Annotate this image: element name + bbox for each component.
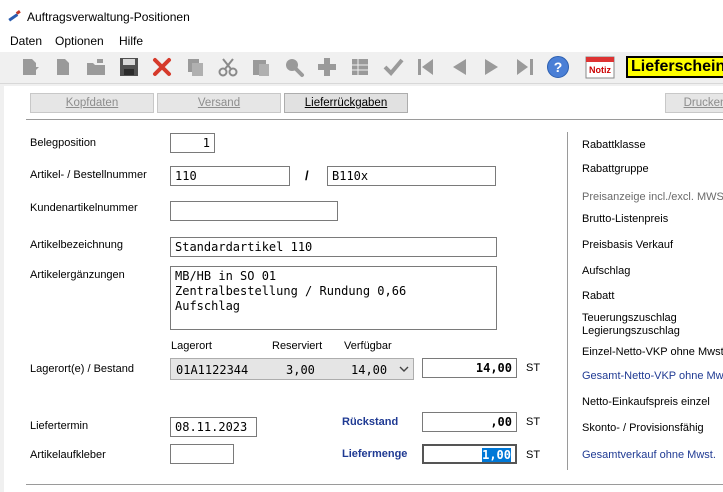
liefermenge-unit: ST bbox=[526, 449, 541, 461]
lagerort-bestand-label: Lagerort(e) / Bestand bbox=[30, 363, 134, 375]
prev-record-icon[interactable] bbox=[447, 55, 471, 79]
artikelergaenzungen-memo[interactable]: MB/HB in SO 01 Zentralbestellung / Rundu… bbox=[170, 266, 497, 330]
first-record-icon[interactable] bbox=[414, 55, 438, 79]
gesamtverkauf-label: Gesamtverkauf ohne Mwst. bbox=[582, 449, 716, 461]
tab-lieferrueckgaben[interactable]: Lieferrückgaben bbox=[284, 93, 408, 113]
notiz-label: Notiz bbox=[589, 65, 611, 75]
help-icon[interactable]: ? bbox=[546, 55, 570, 79]
lagerort-column-header: Lagerort bbox=[171, 340, 212, 352]
notiz-icon[interactable]: Notiz bbox=[585, 55, 615, 79]
verfuegbar-value: 14,00 bbox=[351, 363, 388, 377]
bestellnummer-field[interactable]: B110x bbox=[327, 166, 496, 186]
artikelbezeichnung-label: Artikelbezeichnung bbox=[30, 239, 123, 251]
artikelnummer-field[interactable]: 110 bbox=[170, 166, 290, 186]
rabattklasse-label: Rabattklasse bbox=[582, 139, 646, 151]
bottom-divider bbox=[26, 484, 723, 485]
divider bbox=[26, 119, 723, 120]
lagerort-value: 01A1122344 bbox=[176, 363, 249, 377]
brutto-listenpreis-label: Brutto-Listenpreis bbox=[582, 213, 669, 225]
kundenartikelnummer-label: Kundenartikelnummer bbox=[30, 202, 138, 214]
belegposition-label: Belegposition bbox=[30, 137, 97, 149]
netto-einkaufspreis-label: Netto-Einkaufspreis einzel bbox=[582, 396, 710, 408]
grid-icon[interactable] bbox=[348, 55, 372, 79]
save-icon[interactable] bbox=[117, 55, 141, 79]
kundenartikelnummer-field[interactable] bbox=[170, 201, 338, 221]
menu-daten[interactable]: Daten bbox=[10, 34, 42, 48]
tab-versand[interactable]: Versand bbox=[157, 93, 281, 113]
menu-optionen[interactable]: Optionen bbox=[55, 34, 104, 48]
rueckstand-field[interactable]: ,00 bbox=[422, 412, 517, 432]
artikelergaenzungen-label: Artikelergänzungen bbox=[30, 269, 125, 281]
document-type-banner: Lieferschein bbox=[626, 56, 723, 78]
new-doc-icon[interactable] bbox=[18, 55, 42, 79]
einzel-netto-label: Einzel-Netto-VKP ohne Mwst. bbox=[582, 346, 723, 358]
menu-hilfe[interactable]: Hilfe bbox=[119, 34, 143, 48]
check-icon[interactable] bbox=[381, 55, 405, 79]
search-icon[interactable] bbox=[282, 55, 306, 79]
bestand-unit: ST bbox=[526, 362, 541, 374]
tab-kopfdaten[interactable]: Kopfdaten bbox=[30, 93, 154, 113]
add-icon[interactable] bbox=[315, 55, 339, 79]
artikelaufkleber-field[interactable] bbox=[170, 444, 234, 464]
liefermenge-field[interactable]: 1,00 bbox=[422, 444, 517, 464]
verfuegbar-column-header: Verfügbar bbox=[344, 340, 392, 352]
teuerungszuschlag-label: Teuerungszuschlag bbox=[582, 312, 677, 324]
rueckstand-label: Rückstand bbox=[342, 416, 399, 428]
preisbasis-label: Preisbasis Verkauf bbox=[582, 239, 674, 251]
menu-bar: Daten Optionen Hilfe bbox=[0, 32, 723, 52]
artikel-separator: / bbox=[305, 168, 309, 183]
svg-text:?: ? bbox=[554, 59, 563, 75]
title-bar: Auftragsverwaltung-Positionen bbox=[0, 0, 723, 32]
open-folder-icon[interactable] bbox=[84, 55, 108, 79]
next-record-icon[interactable] bbox=[480, 55, 504, 79]
skonto-provision-label: Skonto- / Provisionsfähig bbox=[582, 422, 704, 434]
gesamt-netto-label: Gesamt-Netto-VKP ohne Mwst. bbox=[582, 370, 723, 382]
chevron-down-icon bbox=[399, 366, 409, 372]
paste-icon[interactable] bbox=[249, 55, 273, 79]
rueckstand-unit: ST bbox=[526, 416, 541, 428]
rabattgruppe-label: Rabattgruppe bbox=[582, 163, 649, 175]
delete-icon[interactable] bbox=[150, 55, 174, 79]
copy-icon[interactable] bbox=[183, 55, 207, 79]
artikelbezeichnung-field[interactable]: Standardartikel 110 bbox=[170, 237, 497, 257]
vertical-divider bbox=[567, 132, 568, 470]
window-title: Auftragsverwaltung-Positionen bbox=[27, 10, 190, 24]
reserviert-column-header: Reserviert bbox=[272, 340, 323, 352]
liefermenge-label: Liefermenge bbox=[342, 448, 408, 460]
liefertermin-field[interactable]: 08.11.2023 bbox=[170, 417, 257, 437]
rabatt-label: Rabatt bbox=[582, 290, 615, 302]
toolbar: ? Notiz bbox=[0, 52, 723, 84]
reserviert-value: 3,00 bbox=[286, 363, 315, 377]
belegposition-field[interactable]: 1 bbox=[170, 133, 215, 153]
legierungszuschlag-label: Legierungszuschlag bbox=[582, 325, 680, 337]
aufschlag-label: Aufschlag bbox=[582, 265, 631, 277]
cut-icon[interactable] bbox=[216, 55, 240, 79]
bestand-field[interactable]: 14,00 bbox=[422, 358, 517, 378]
page-icon[interactable] bbox=[51, 55, 75, 79]
artikelaufkleber-label: Artikelaufkleber bbox=[30, 449, 106, 461]
lagerort-dropdown[interactable]: 01A1122344 3,00 14,00 bbox=[170, 358, 414, 380]
liefertermin-label: Liefertermin bbox=[30, 420, 89, 432]
preisanzeige-label: Preisanzeige incl./excl. MWST bbox=[582, 191, 723, 203]
artikelnummer-label: Artikel- / Bestellnummer bbox=[30, 169, 147, 181]
app-icon bbox=[8, 10, 21, 22]
last-record-icon[interactable] bbox=[513, 55, 537, 79]
liefermenge-value: 1,00 bbox=[482, 448, 511, 462]
tab-drucken[interactable]: Drucken bbox=[665, 93, 723, 113]
